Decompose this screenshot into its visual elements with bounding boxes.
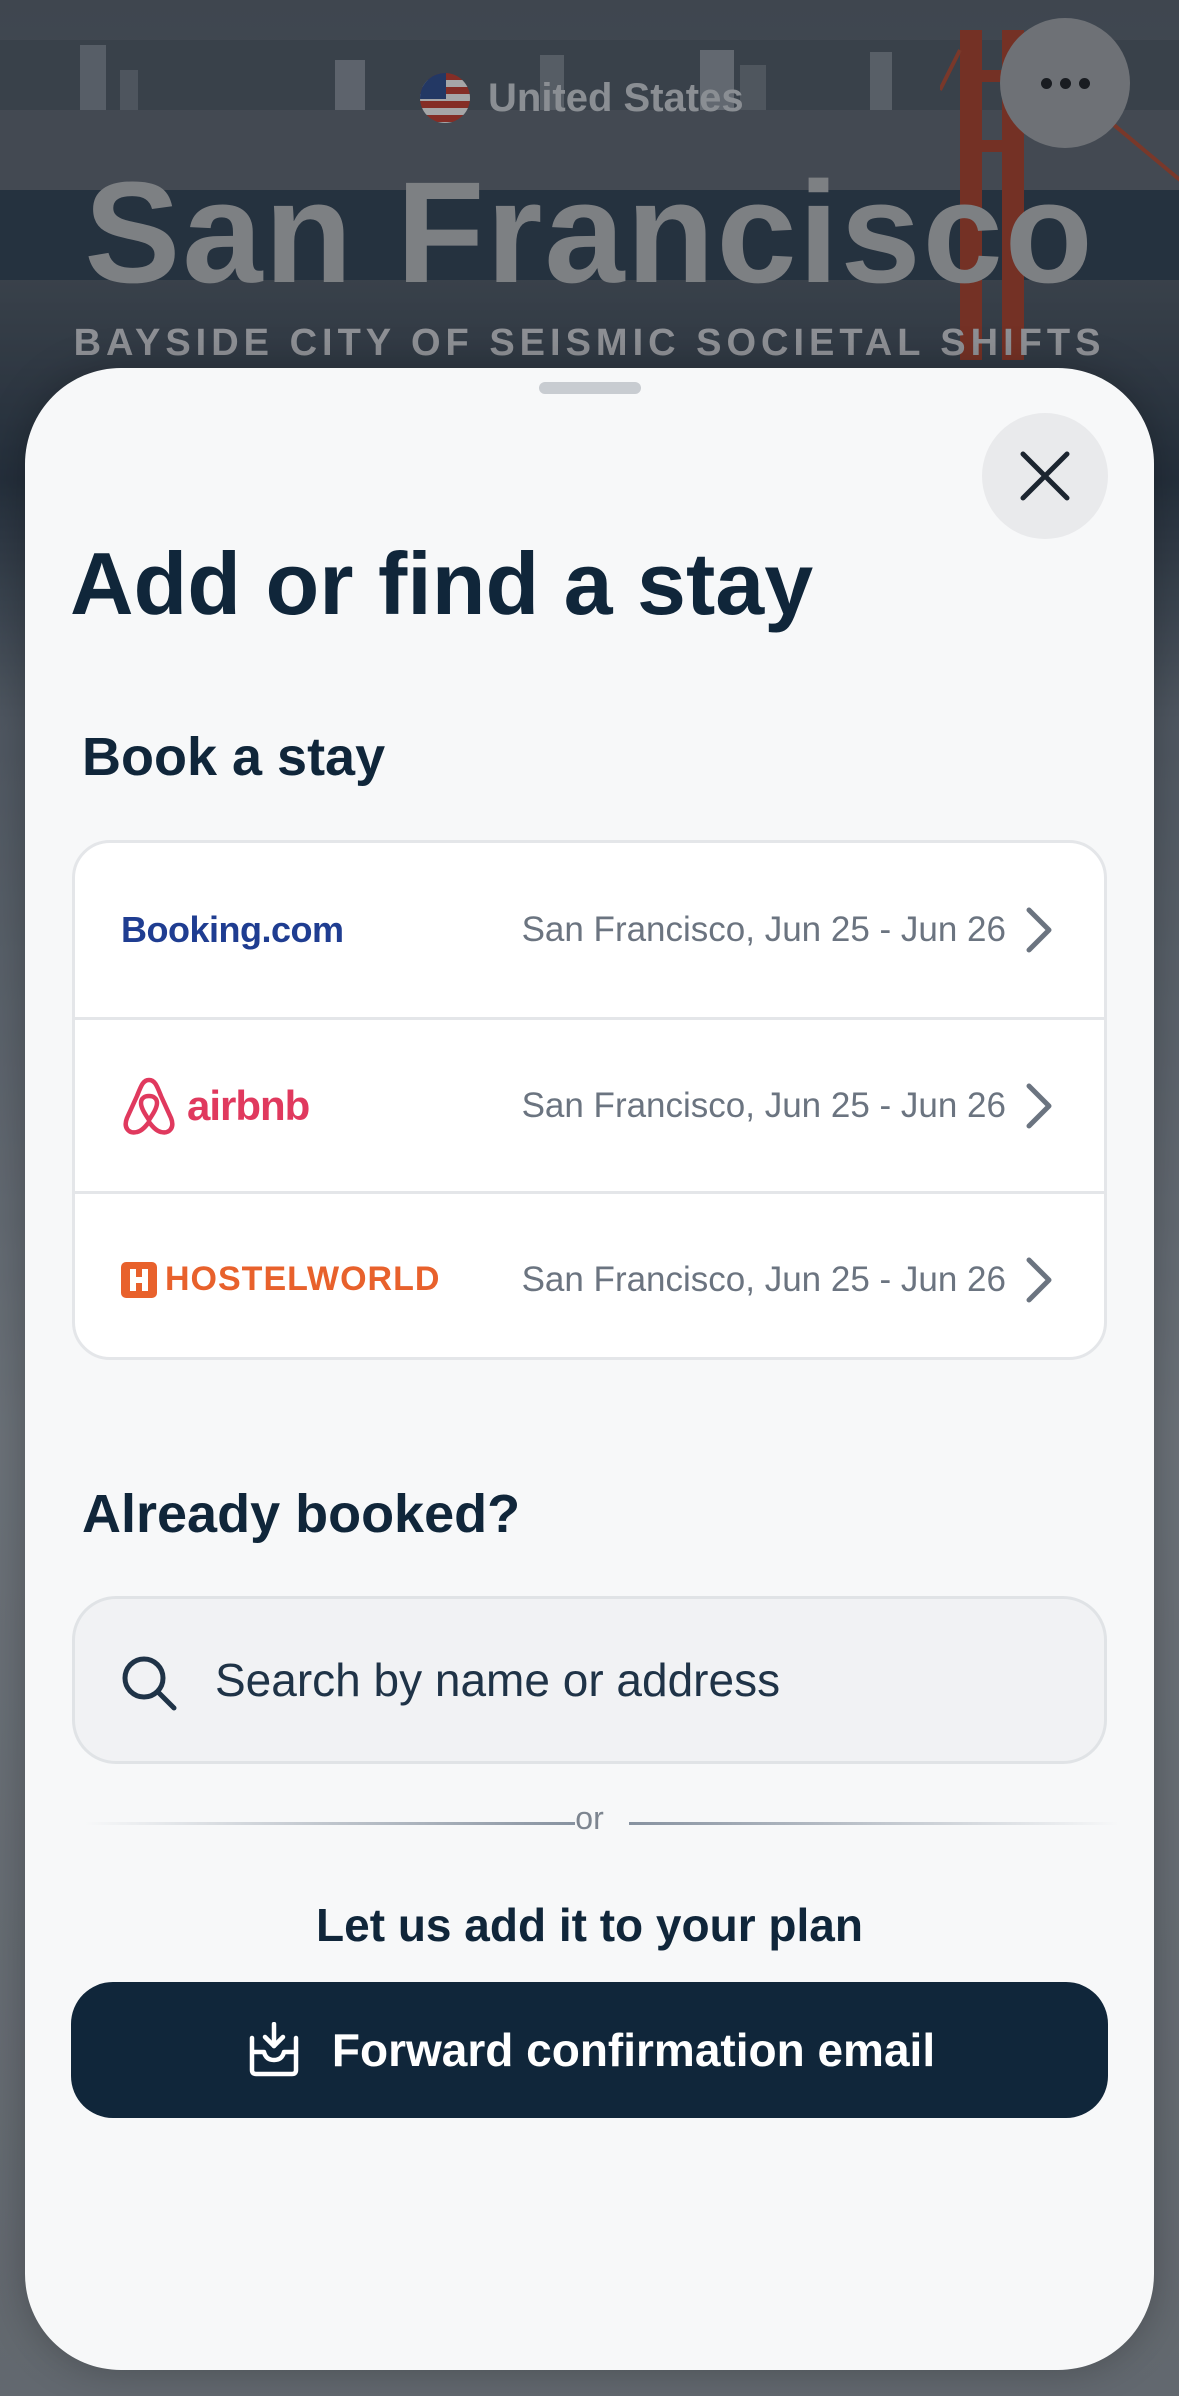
close-button[interactable] bbox=[982, 413, 1108, 539]
booking-providers-list: Booking.com San Francisco, Jun 25 - Jun … bbox=[72, 840, 1107, 1360]
chevron-right-icon bbox=[1026, 907, 1052, 953]
divider-right bbox=[629, 1822, 1119, 1825]
provider-detail: San Francisco, Jun 25 - Jun 26 bbox=[521, 1085, 1006, 1125]
sheet-drag-handle[interactable] bbox=[539, 382, 641, 394]
airbnb-icon bbox=[123, 1077, 175, 1135]
search-icon bbox=[122, 1656, 177, 1711]
airbnb-logo: airbnb bbox=[121, 1076, 310, 1136]
close-icon bbox=[1020, 451, 1070, 501]
add-stay-sheet: Add or find a stay Book a stay Booking.c… bbox=[25, 368, 1154, 2370]
inbox-download-icon bbox=[249, 2022, 299, 2077]
hostelworld-icon bbox=[121, 1261, 157, 1298]
or-separator: or bbox=[575, 1800, 604, 1836]
chevron-right-icon bbox=[1026, 1257, 1052, 1302]
provider-row-booking[interactable]: Booking.com San Francisco, Jun 25 - Jun … bbox=[75, 843, 1104, 1017]
booking-logo: Booking.com bbox=[121, 909, 344, 950]
chevron-right-icon bbox=[1026, 1083, 1052, 1128]
provider-detail: San Francisco, Jun 25 - Jun 26 bbox=[521, 910, 1006, 949]
provider-row-hostelworld[interactable]: HOSTELWORLD San Francisco, Jun 25 - Jun … bbox=[75, 1191, 1104, 1357]
forward-button-label: Forward confirmation email bbox=[331, 2024, 936, 2076]
search-placeholder: Search by name or address bbox=[215, 1654, 781, 1706]
provider-row-airbnb[interactable]: airbnb San Francisco, Jun 25 - Jun 26 bbox=[75, 1017, 1104, 1191]
already-booked-heading: Already booked? bbox=[82, 1484, 521, 1544]
stay-search-input[interactable]: Search by name or address bbox=[72, 1596, 1107, 1764]
hostelworld-logo: HOSTELWORLD bbox=[121, 1260, 440, 1299]
provider-detail: San Francisco, Jun 25 - Jun 26 bbox=[521, 1259, 1006, 1299]
forward-confirmation-email-button[interactable]: Forward confirmation email bbox=[71, 1982, 1108, 2118]
sheet-title: Add or find a stay bbox=[70, 534, 814, 633]
add-to-plan-prompt: Let us add it to your plan bbox=[316, 1899, 863, 1951]
book-stay-heading: Book a stay bbox=[82, 727, 386, 787]
